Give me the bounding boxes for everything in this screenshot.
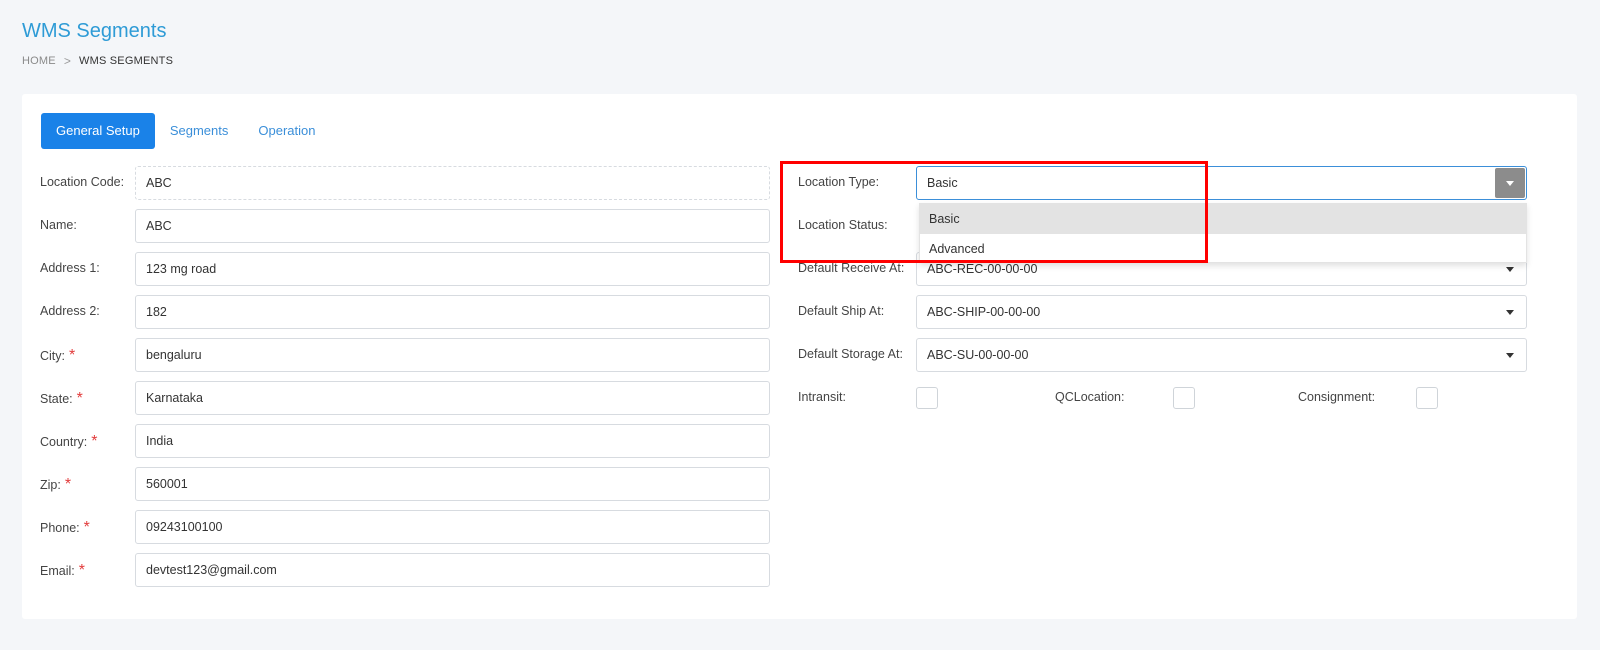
location-type-label: Location Type: [798, 175, 880, 189]
consignment-label: Consignment: [1298, 390, 1376, 404]
tab-general-setup[interactable]: General Setup [41, 113, 155, 149]
tab-segments[interactable]: Segments [155, 113, 244, 149]
city-label: City: [40, 349, 65, 363]
intransit-label: Intransit: [798, 390, 846, 404]
state-field[interactable]: Karnataka [135, 381, 770, 415]
location-status-label: Location Status: [798, 218, 888, 232]
qclocation-label: QCLocation: [1055, 390, 1125, 404]
dropdown-option-advanced[interactable]: Advanced [920, 234, 1526, 264]
breadcrumb-current: WMS SEGMENTS [79, 55, 174, 67]
breadcrumb-home-link[interactable]: HOME [22, 55, 56, 67]
address1-field[interactable]: 123 mg road [135, 252, 770, 286]
caret-down-icon [1506, 267, 1514, 272]
zip-label: Zip: [40, 478, 61, 492]
default-ship-value: ABC-SHIP-00-00-00 [927, 305, 1041, 319]
email-field[interactable]: devtest123@gmail.com [135, 553, 770, 587]
required-asterisk: * [91, 433, 98, 450]
required-asterisk: * [83, 519, 90, 536]
caret-down-icon [1506, 353, 1514, 358]
default-ship-label: Default Ship At: [798, 304, 885, 318]
phone-label: Phone: [40, 521, 80, 535]
address1-label: Address 1: [40, 261, 100, 275]
location-type-select[interactable]: Basic [916, 166, 1527, 200]
location-code-label: Location Code: [40, 175, 125, 189]
caret-down-icon [1506, 310, 1514, 315]
name-field[interactable]: ABC [135, 209, 770, 243]
tab-bar: General Setup Segments Operation [41, 113, 330, 149]
name-label: Name: [40, 218, 77, 232]
dropdown-option-basic[interactable]: Basic [920, 204, 1526, 234]
qclocation-checkbox[interactable] [1173, 387, 1195, 409]
required-asterisk: * [76, 390, 83, 407]
country-label: Country: [40, 435, 88, 449]
intransit-checkbox[interactable] [916, 387, 938, 409]
default-storage-label: Default Storage At: [798, 347, 903, 361]
default-ship-select[interactable]: ABC-SHIP-00-00-00 [916, 295, 1527, 329]
address2-label: Address 2: [40, 304, 100, 318]
address2-field[interactable]: 182 [135, 295, 770, 329]
breadcrumb: HOME > WMS SEGMENTS [22, 54, 173, 68]
page-title: WMS Segments [22, 20, 167, 42]
required-asterisk: * [64, 476, 72, 493]
default-storage-value: ABC-SU-00-00-00 [927, 348, 1029, 362]
default-receive-value: ABC-REC-00-00-00 [927, 262, 1038, 276]
location-type-dropdown: Basic Advanced [919, 203, 1527, 263]
consignment-checkbox[interactable] [1416, 387, 1438, 409]
zip-field[interactable]: 560001 [135, 467, 770, 501]
chevron-down-icon[interactable] [1495, 168, 1525, 198]
state-label: State: [40, 392, 73, 406]
city-field[interactable]: bengaluru [135, 338, 770, 372]
location-code-field[interactable]: ABC [135, 166, 770, 200]
default-receive-label: Default Receive At: [798, 261, 905, 275]
chevron-right-icon: > [63, 54, 72, 68]
email-label: Email: [40, 564, 75, 578]
default-storage-select[interactable]: ABC-SU-00-00-00 [916, 338, 1527, 372]
location-type-value: Basic [927, 176, 958, 190]
required-asterisk: * [78, 562, 85, 579]
required-asterisk: * [69, 347, 76, 364]
phone-field[interactable]: 09243100100 [135, 510, 770, 544]
tab-operation[interactable]: Operation [243, 113, 330, 149]
country-field[interactable]: India [135, 424, 770, 458]
